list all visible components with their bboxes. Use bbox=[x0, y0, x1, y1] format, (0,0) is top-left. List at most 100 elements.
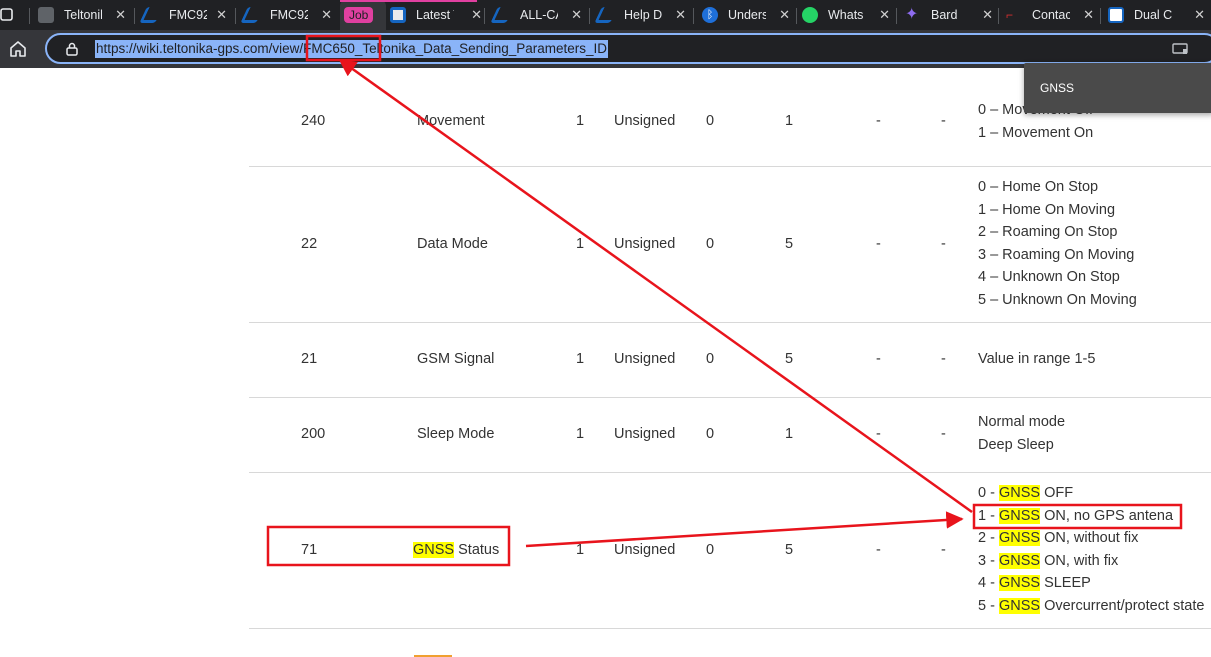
tab-teltonika[interactable]: Teltonik ✕ bbox=[38, 0, 130, 30]
cell-name: Movement bbox=[417, 113, 485, 129]
tab-separator bbox=[589, 8, 590, 24]
tab-close-icon[interactable]: ✕ bbox=[675, 7, 686, 23]
cell-bytes: 1 bbox=[576, 236, 585, 252]
description-line: 5 - GNSS Overcurrent/protect state bbox=[978, 597, 1205, 614]
table-row: 21 GSM Signal 1 Unsigned 0 5 - - Value i… bbox=[249, 323, 1211, 398]
cell-max: 5 bbox=[785, 236, 794, 252]
popup-text[interactable]: GNSS bbox=[1040, 81, 1074, 95]
tab-close-icon[interactable]: ✕ bbox=[779, 7, 790, 23]
tab-close-icon[interactable]: ✕ bbox=[216, 7, 227, 23]
cell-type: Unsigned bbox=[614, 426, 676, 442]
description-line: 4 - GNSS SLEEP bbox=[978, 575, 1091, 591]
tab-group-label[interactable]: Job bbox=[344, 7, 374, 23]
tab-dual-camera[interactable]: Dual C ✕ bbox=[1108, 0, 1211, 30]
cell-min: 0 bbox=[706, 236, 715, 252]
cast-icon[interactable] bbox=[1172, 42, 1188, 56]
description-line: 0 – Home On Stop bbox=[978, 179, 1099, 195]
cell-multiplier: - bbox=[876, 351, 881, 367]
cell-multiplier: - bbox=[876, 236, 881, 252]
tab-close-icon[interactable]: ✕ bbox=[982, 7, 993, 23]
tab-overview-icon[interactable] bbox=[0, 8, 14, 22]
cell-min: 0 bbox=[706, 542, 715, 558]
tab-bard[interactable]: ✦ Bard ✕ bbox=[905, 0, 997, 30]
cell-type: Unsigned bbox=[614, 351, 676, 367]
cell-units: - bbox=[941, 113, 946, 129]
cell-id: 200 bbox=[301, 426, 326, 442]
search-highlight: GNSS bbox=[998, 552, 1041, 569]
description-line: 2 – Roaming On Stop bbox=[978, 224, 1118, 240]
description-line: Deep Sleep bbox=[978, 436, 1054, 453]
tab-close-icon[interactable]: ✕ bbox=[571, 7, 582, 23]
cell-description: Value in range 1-5 bbox=[978, 348, 1095, 371]
search-highlight: GNSS bbox=[998, 597, 1041, 614]
tab-favicon-icon bbox=[490, 7, 514, 23]
tab-favicon-icon bbox=[139, 7, 163, 23]
search-highlight: GNSS bbox=[998, 575, 1041, 591]
bluetooth-icon: ᛒ bbox=[702, 7, 718, 23]
home-icon[interactable] bbox=[8, 39, 28, 59]
tab-help-desk[interactable]: Help D ✕ bbox=[594, 0, 690, 30]
tab-fmc92-1[interactable]: FMC92 ✕ bbox=[139, 0, 231, 30]
cell-id: 21 bbox=[301, 351, 318, 367]
cell-bytes: 1 bbox=[576, 426, 585, 442]
tab-separator bbox=[998, 8, 999, 24]
whatsapp-icon bbox=[802, 7, 818, 23]
description-line: 1 – Movement On bbox=[978, 124, 1094, 141]
url-text[interactable]: https://wiki.teltonika-gps.com/view/FMC6… bbox=[95, 40, 608, 58]
tab-close-icon[interactable]: ✕ bbox=[1194, 7, 1205, 23]
description-line: 3 – Roaming On Moving bbox=[978, 246, 1135, 263]
tab-favicon-icon bbox=[390, 7, 406, 23]
tab-all-can[interactable]: ALL-CA ✕ bbox=[490, 0, 586, 30]
tab-favicon-icon bbox=[594, 7, 618, 23]
description-line: Value in range 1-5 bbox=[978, 351, 1096, 367]
description-line: 0 - GNSS OFF bbox=[978, 485, 1074, 501]
tab-favicon-icon bbox=[38, 7, 54, 23]
tab-understand[interactable]: ᛒ Unders ✕ bbox=[702, 0, 794, 30]
tab-fmc92-2[interactable]: FMC92 ✕ bbox=[240, 0, 336, 30]
page-content: 240 Movement 1 Unsigned 0 1 - - 0 – Move… bbox=[0, 68, 1211, 657]
cell-name: GNSS Status bbox=[413, 542, 500, 558]
cell-name: Data Mode bbox=[417, 236, 488, 252]
tab-separator bbox=[796, 8, 797, 24]
search-highlight: GNSS bbox=[998, 507, 1041, 524]
cell-type: Unsigned bbox=[614, 236, 676, 252]
search-highlight: GNSS bbox=[998, 530, 1041, 546]
description-line: 5 – Unknown On Moving bbox=[978, 291, 1137, 308]
tab-latest[interactable]: Latest T ✕ bbox=[390, 0, 486, 30]
tab-separator bbox=[1100, 8, 1101, 24]
tab-job[interactable]: Job bbox=[340, 0, 386, 30]
description-line: 2 - GNSS ON, without fix bbox=[978, 530, 1139, 546]
description-line: 4 – Unknown On Stop bbox=[978, 269, 1120, 285]
cell-max: 5 bbox=[785, 542, 794, 558]
tab-close-icon[interactable]: ✕ bbox=[321, 7, 332, 23]
address-bar[interactable]: https://wiki.teltonika-gps.com/view/FMC6… bbox=[45, 33, 1211, 64]
cell-min: 0 bbox=[706, 351, 715, 367]
description-line: 3 - GNSS ON, with fix bbox=[978, 552, 1119, 569]
cell-name: Sleep Mode bbox=[417, 426, 495, 442]
cell-name: GSM Signal bbox=[417, 351, 495, 367]
cell-units: - bbox=[941, 542, 946, 558]
cell-max: 1 bbox=[785, 426, 794, 442]
tab-separator bbox=[484, 8, 485, 24]
tab-whatsapp[interactable]: Whats ✕ bbox=[802, 0, 894, 30]
cell-bytes: 1 bbox=[576, 113, 585, 129]
tab-separator bbox=[235, 8, 236, 24]
tab-close-icon[interactable]: ✕ bbox=[471, 7, 482, 23]
cell-type: Unsigned bbox=[614, 113, 676, 129]
description-line: 1 - GNSS ON, no GPS antena bbox=[978, 507, 1174, 524]
lock-icon[interactable] bbox=[65, 42, 79, 56]
cell-multiplier: - bbox=[876, 113, 881, 129]
find-suggestion-popup[interactable]: GNSS bbox=[1024, 63, 1211, 113]
tab-close-icon[interactable]: ✕ bbox=[115, 7, 126, 23]
tab-close-icon[interactable]: ✕ bbox=[1083, 7, 1094, 23]
cell-bytes: 1 bbox=[576, 542, 585, 558]
tab-close-icon[interactable]: ✕ bbox=[879, 7, 890, 23]
tab-separator bbox=[29, 8, 30, 24]
description-line: 1 – Home On Moving bbox=[978, 201, 1116, 218]
table-row: 22 Data Mode 1 Unsigned 0 5 - - 0 – Home… bbox=[249, 167, 1211, 323]
tab-contact[interactable]: ⌐ Contac ✕ bbox=[1006, 0, 1098, 30]
cell-id: 71 bbox=[301, 542, 318, 558]
bard-sparkle-icon: ✦ bbox=[905, 6, 919, 23]
cell-id: 22 bbox=[301, 236, 318, 252]
description-line: Normal mode bbox=[978, 414, 1066, 430]
